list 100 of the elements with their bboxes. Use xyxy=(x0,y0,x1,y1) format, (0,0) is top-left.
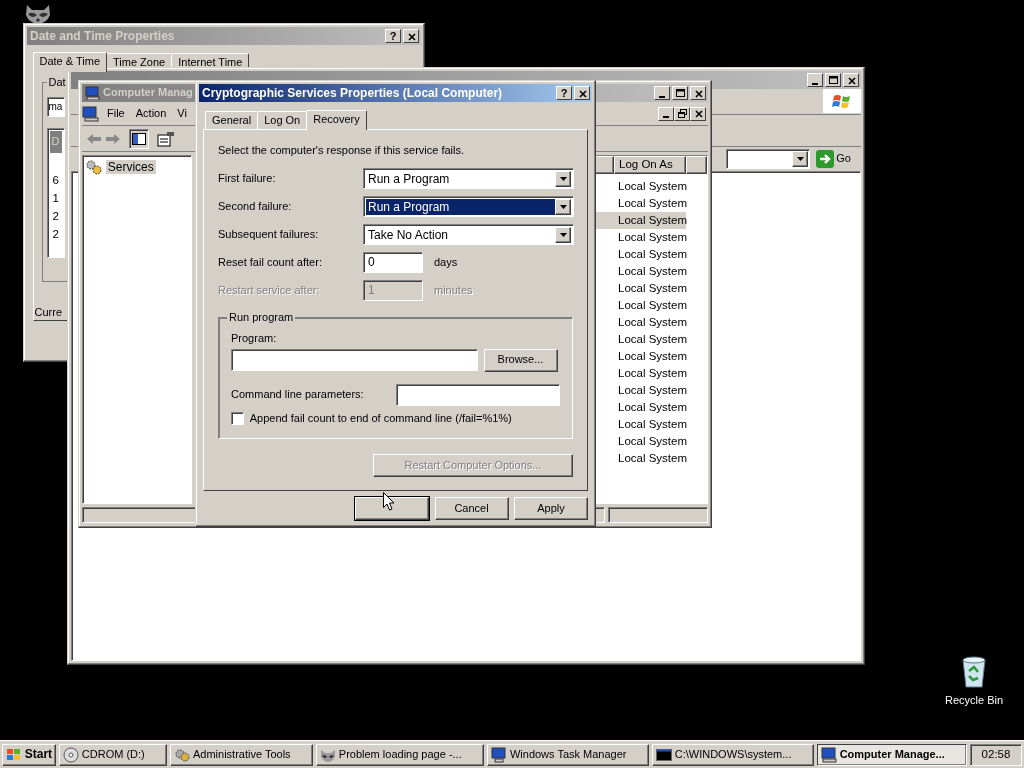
checkbox-label[interactable]: Append fail count to end of command line (/fail=%1%) xyxy=(249,411,512,425)
table-cell[interactable]: Local System xyxy=(614,263,686,280)
taskbar-button[interactable]: Computer Manage... xyxy=(816,743,968,766)
close-button[interactable] xyxy=(574,86,590,100)
minimize-icon xyxy=(659,95,665,98)
tree-item[interactable]: Services xyxy=(85,159,189,175)
table-cell[interactable]: Local System xyxy=(614,212,686,229)
window-title: Date and Time Properties xyxy=(30,28,176,44)
taskbar-button[interactable]: Problem loading page -... xyxy=(315,743,485,766)
close-icon xyxy=(692,108,704,119)
forward-icon xyxy=(104,133,121,145)
browse-button[interactable]: Browse... xyxy=(483,348,558,372)
toggle-pane-button[interactable] xyxy=(129,128,149,149)
go-button[interactable]: Go xyxy=(815,150,851,168)
group-label: Dat xyxy=(46,75,68,89)
caret-icon xyxy=(559,232,567,237)
flag-icon xyxy=(6,747,22,762)
taskbar-button[interactable]: Administrative Tools xyxy=(170,743,314,766)
calendar-day[interactable]: 6 xyxy=(52,171,59,190)
table-cell[interactable]: Local System xyxy=(614,365,686,382)
tab[interactable]: General xyxy=(205,111,259,130)
maximize-icon xyxy=(674,87,686,99)
month-field[interactable]: ma xyxy=(46,96,65,117)
restore-icon xyxy=(676,108,688,119)
dropdown-button[interactable] xyxy=(792,151,809,167)
column-header[interactable] xyxy=(686,156,707,174)
maximize-icon xyxy=(827,74,839,86)
pane-icon xyxy=(132,133,146,145)
table-cell[interactable]: Local System xyxy=(614,433,686,450)
time-zone-label: Curre xyxy=(34,305,62,319)
parameters-field[interactable] xyxy=(396,383,560,406)
calendar-day[interactable]: 2 xyxy=(52,207,59,226)
column-header[interactable]: Log On As xyxy=(614,156,686,174)
minimize-button[interactable] xyxy=(658,106,674,121)
help-button[interactable]: ? xyxy=(385,29,401,43)
recycle-bin-icon xyxy=(959,656,989,688)
action-dropdown[interactable]: Run a Program xyxy=(363,168,574,190)
table-cell[interactable]: Local System xyxy=(614,229,686,246)
table-cell[interactable]: Local System xyxy=(614,195,686,212)
program-field[interactable] xyxy=(231,349,478,372)
taskbar-button[interactable]: C:\WINDOWS\system... xyxy=(651,743,814,766)
terminal-icon xyxy=(655,746,672,763)
address-field[interactable] xyxy=(726,149,811,169)
close-button[interactable] xyxy=(690,86,706,100)
dialog-button[interactable]: Apply xyxy=(514,497,588,521)
maximize-button[interactable] xyxy=(672,86,688,100)
table-cell[interactable]: Local System xyxy=(614,450,686,467)
tab[interactable]: Recovery xyxy=(306,110,367,131)
back-icon xyxy=(86,133,102,145)
field-label: First failure: xyxy=(218,172,277,186)
table-cell[interactable]: Local System xyxy=(614,280,686,297)
maximize-button[interactable] xyxy=(825,73,841,87)
window-title: Computer Manag xyxy=(103,86,193,100)
table-cell[interactable]: Local System xyxy=(614,178,686,195)
calendar-header: D xyxy=(49,130,62,153)
caret-icon xyxy=(796,157,804,161)
flag-icon xyxy=(832,92,852,110)
desktop-icon-label[interactable]: Recycle Bin xyxy=(944,694,1004,708)
table-cell[interactable]: Local System xyxy=(614,382,686,399)
taskbar-button[interactable]: CDROM (D:) xyxy=(58,743,168,766)
table-cell[interactable]: Local System xyxy=(614,348,686,365)
close-icon xyxy=(576,87,588,99)
dialog-button[interactable]: Cancel xyxy=(434,497,509,521)
tab[interactable]: Date & Time xyxy=(32,51,108,72)
action-dropdown[interactable]: Run a Program xyxy=(363,196,574,218)
restart-options-button: Restart Computer Options... xyxy=(373,454,573,478)
table-cell[interactable]: Local System xyxy=(614,246,686,263)
menu-item[interactable]: Vi xyxy=(177,106,187,121)
checkbox[interactable] xyxy=(231,411,244,425)
close-button[interactable] xyxy=(690,106,706,121)
close-button[interactable] xyxy=(843,73,859,87)
computer-icon xyxy=(85,86,101,100)
default-button[interactable] xyxy=(355,497,429,521)
table-cell[interactable]: Local System xyxy=(614,416,686,433)
help-button[interactable]: ? xyxy=(556,86,572,100)
calendar-day[interactable]: 2 xyxy=(52,225,59,244)
table-cell[interactable]: Local System xyxy=(614,297,686,314)
table-cell[interactable]: Local System xyxy=(614,399,686,416)
minimize-button[interactable] xyxy=(654,86,670,100)
action-dropdown[interactable]: Take No Action xyxy=(363,224,574,246)
minimize-button[interactable] xyxy=(807,73,823,87)
number-field[interactable]: 0 xyxy=(363,252,423,274)
start-button[interactable]: Start xyxy=(2,743,57,766)
arrow-icon xyxy=(815,150,834,168)
calendar-day[interactable]: 1 xyxy=(52,189,59,208)
tab[interactable]: Log On xyxy=(257,111,308,130)
table-cell[interactable]: Local System xyxy=(614,314,686,331)
close-icon xyxy=(405,30,417,42)
gears-icon xyxy=(174,746,190,763)
disc-icon xyxy=(62,746,79,763)
instruction-text: Select the computer's response if this service fails. xyxy=(218,144,466,158)
menu-item[interactable]: Action xyxy=(135,106,167,121)
table-cell[interactable]: Local System xyxy=(614,331,686,348)
menu-item[interactable]: File xyxy=(107,106,125,121)
unit-label: days xyxy=(434,256,458,270)
close-button[interactable] xyxy=(403,29,419,43)
properties-button[interactable] xyxy=(157,130,176,147)
field-label: Restart service after: xyxy=(218,284,321,298)
restore-button[interactable] xyxy=(674,106,690,121)
taskbar-button[interactable]: Windows Task Manager xyxy=(486,743,649,766)
